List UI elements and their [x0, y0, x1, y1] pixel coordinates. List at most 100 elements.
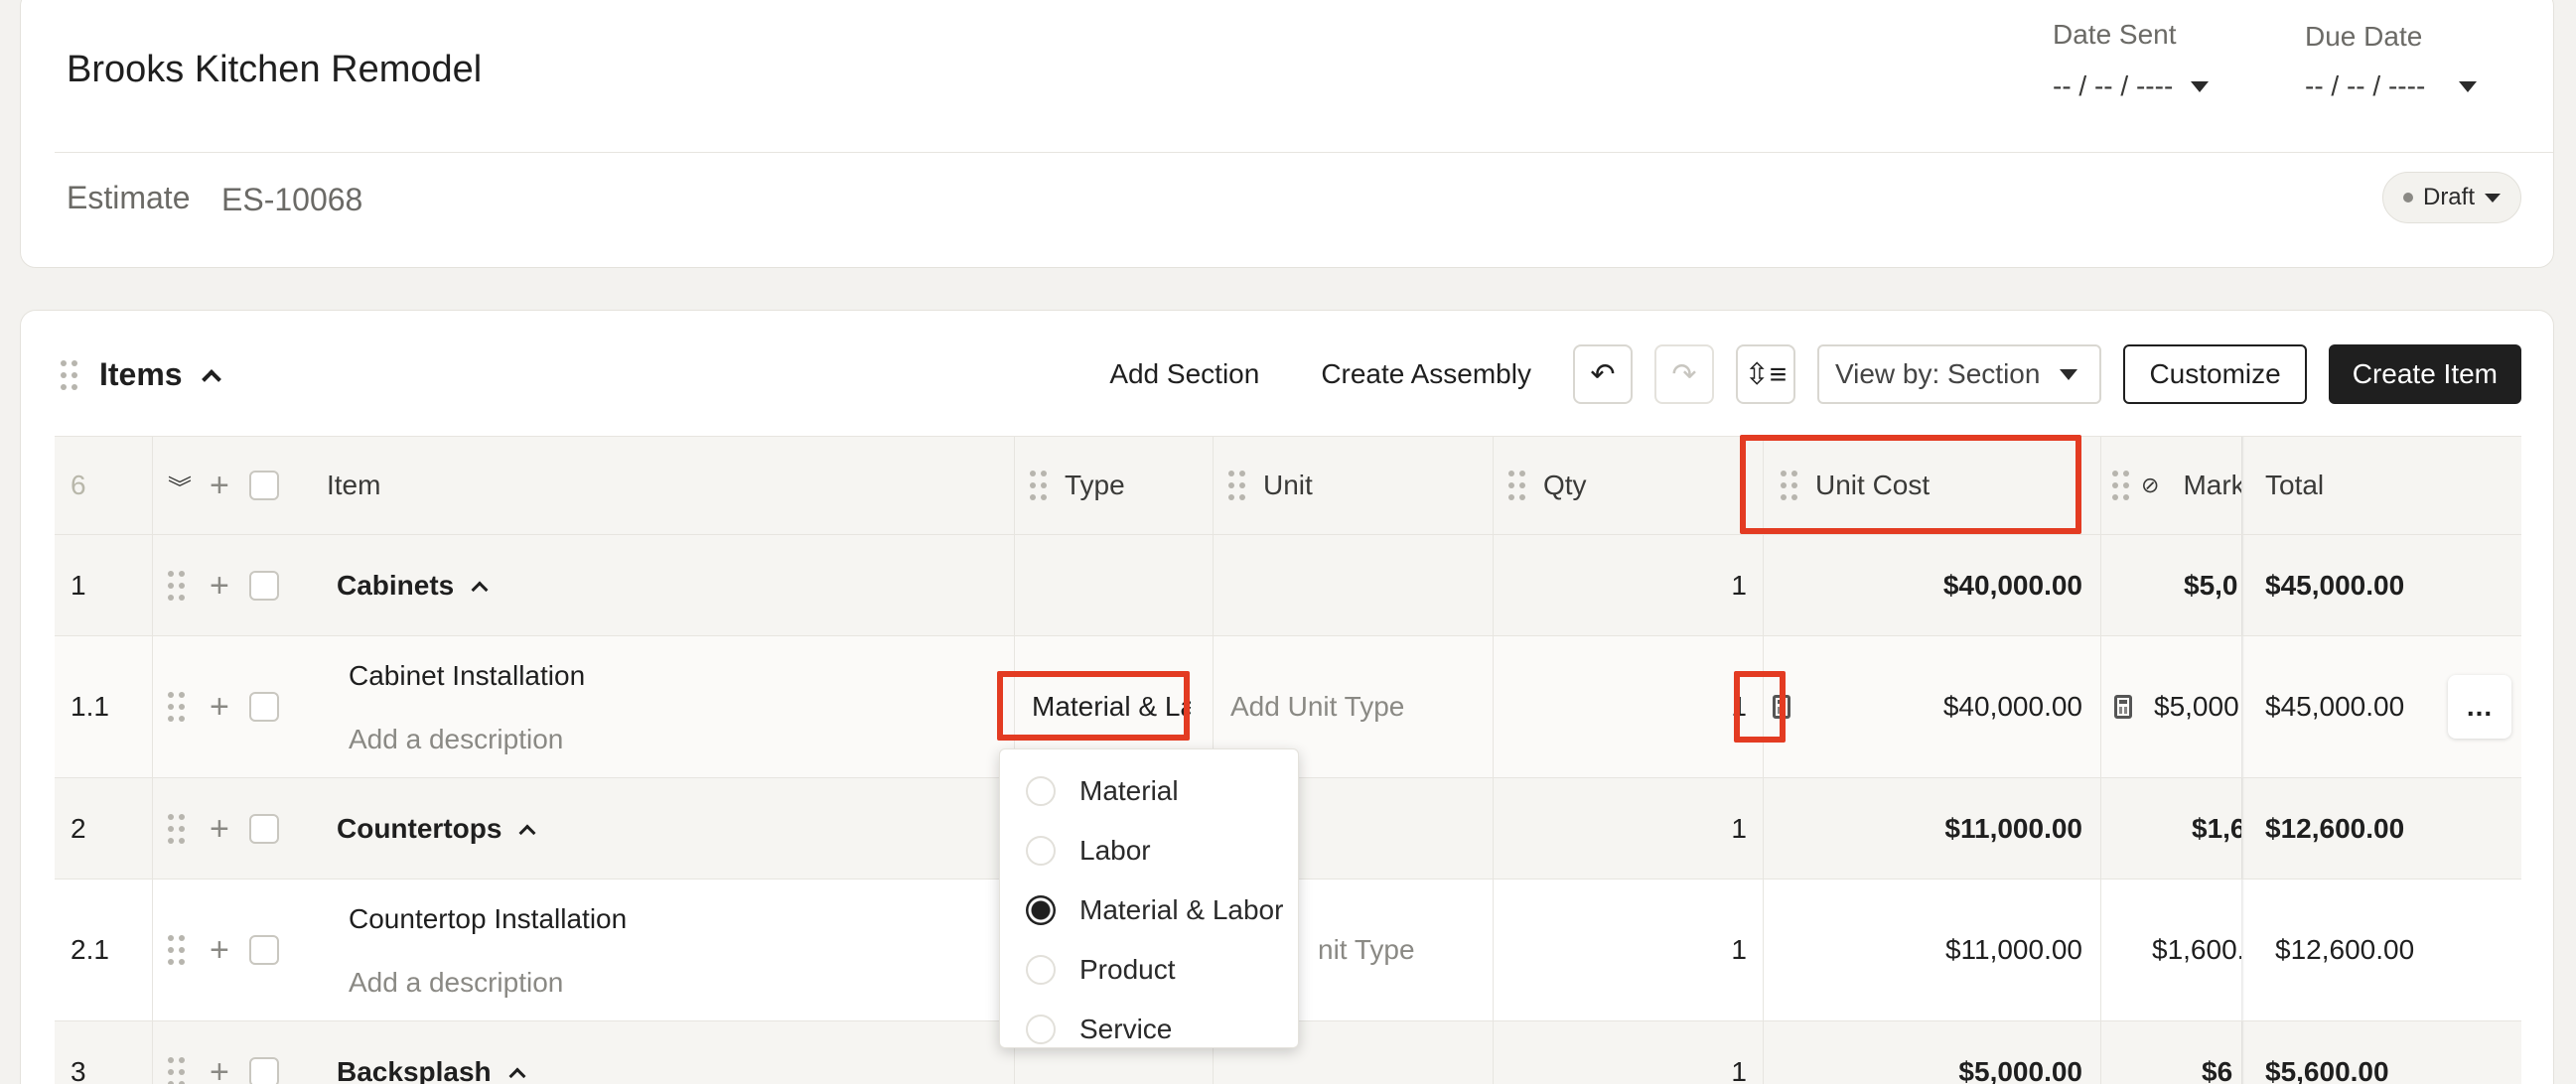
row-checkbox[interactable] — [249, 1056, 279, 1084]
markup-value[interactable]: $1,600. — [2152, 934, 2244, 966]
add-section-button[interactable]: Add Section — [1089, 358, 1279, 390]
view-by-select[interactable]: View by: Section — [1816, 344, 2102, 404]
item-name[interactable]: Countertop Installation — [349, 903, 627, 934]
select-all-checkbox[interactable] — [249, 471, 279, 500]
option-label: Material — [1079, 775, 1179, 806]
unit-placeholder[interactable]: nit Type — [1318, 934, 1415, 966]
qty-value: 1 — [1731, 1055, 1747, 1084]
add-row-icon[interactable]: + — [210, 933, 229, 967]
undo-button[interactable]: ↶ — [1572, 344, 1633, 404]
row-checkbox[interactable] — [249, 692, 279, 722]
item-description[interactable]: Add a description — [349, 724, 563, 754]
row-checkbox[interactable] — [249, 935, 279, 965]
type-option-labor[interactable]: Labor — [1000, 821, 1298, 881]
items-toolbar: Add Section Create Assembly ↶ ↷ ⇳≡ View … — [1089, 344, 2521, 404]
drag-handle-icon[interactable] — [1508, 471, 1525, 500]
drag-handle-icon[interactable] — [2112, 471, 2129, 500]
column-header-markup[interactable]: Mark — [2183, 470, 2244, 501]
unit-cost-header-highlight — [1740, 435, 2081, 534]
caret-down-icon[interactable] — [2191, 80, 2210, 92]
add-row-icon[interactable]: + — [210, 469, 229, 502]
undo-icon: ↶ — [1590, 357, 1616, 391]
qty-value[interactable]: 1 — [1731, 934, 1747, 966]
calculator-icon[interactable] — [2114, 695, 2132, 719]
row-number: 3 — [71, 1055, 86, 1084]
markup-value: $6 — [2202, 1055, 2233, 1084]
caret-down-icon — [2485, 193, 2501, 203]
unit-cost-value[interactable]: $40,000.00 — [1943, 691, 2082, 723]
column-header-qty[interactable]: Qty — [1543, 470, 1587, 501]
add-row-icon[interactable]: + — [210, 690, 229, 724]
add-row-icon[interactable]: + — [210, 812, 229, 846]
date-sent-field[interactable]: Date Sent -- / -- / ---- — [2053, 19, 2210, 102]
option-label: Product — [1079, 954, 1176, 985]
item-count: 6 — [71, 470, 86, 500]
row-number: 2 — [71, 812, 86, 844]
column-header-unit[interactable]: Unit — [1263, 470, 1313, 501]
redo-button[interactable]: ↷ — [1653, 344, 1714, 404]
table-row[interactable]: 1 + Cabinets 1 $40,000.00 $5,0 $45,000.0… — [55, 535, 2521, 636]
add-row-icon[interactable]: + — [210, 569, 229, 603]
unit-placeholder[interactable]: Add Unit Type — [1230, 691, 1404, 723]
date-sent-value[interactable]: -- / -- / ---- — [2053, 70, 2173, 102]
section-name[interactable]: Countertops — [337, 813, 501, 845]
collapse-chevron-icon[interactable] — [518, 824, 536, 841]
eye-off-icon[interactable]: ⊘ — [2141, 473, 2159, 498]
type-option-service[interactable]: Service — [1000, 1000, 1298, 1059]
drag-handle-icon[interactable] — [168, 1056, 185, 1084]
caret-down-icon — [2060, 368, 2078, 380]
customize-button[interactable]: Customize — [2123, 344, 2307, 404]
section-name[interactable]: Cabinets — [337, 570, 454, 602]
redo-icon: ↷ — [1671, 357, 1697, 391]
markup-value: $1,6 — [2192, 812, 2246, 844]
type-option-product[interactable]: Product — [1000, 940, 1298, 1000]
item-name[interactable]: Cabinet Installation — [349, 660, 585, 691]
row-height-button[interactable]: ⇳≡ — [1735, 344, 1795, 404]
drag-handle-icon[interactable] — [61, 359, 77, 390]
row-number: 1 — [71, 569, 86, 601]
radio-icon — [1026, 955, 1056, 985]
status-dot-icon — [2402, 193, 2413, 203]
section-name[interactable]: Backsplash — [337, 1056, 492, 1084]
collapse-chevron-icon[interactable] — [201, 368, 221, 389]
option-label: Service — [1079, 1014, 1173, 1044]
due-date-value[interactable]: -- / -- / ---- — [2305, 70, 2425, 102]
option-label: Labor — [1079, 835, 1151, 866]
row-checkbox[interactable] — [249, 813, 279, 844]
column-header-type[interactable]: Type — [1065, 470, 1125, 501]
drag-handle-icon[interactable] — [1030, 471, 1047, 500]
create-item-button[interactable]: Create Item — [2328, 344, 2521, 404]
collapse-chevron-icon[interactable] — [471, 581, 489, 598]
line-spacing-icon: ⇳≡ — [1744, 357, 1788, 391]
radio-icon — [1026, 776, 1056, 806]
status-dropdown[interactable]: Draft — [2381, 172, 2521, 223]
row-more-button[interactable]: ... — [2448, 675, 2511, 739]
drag-handle-icon[interactable] — [168, 692, 185, 722]
item-description[interactable]: Add a description — [349, 967, 563, 998]
column-header-total[interactable]: Total — [2265, 470, 2324, 501]
radio-icon — [1026, 836, 1056, 866]
row-checkbox[interactable] — [249, 570, 279, 601]
view-by-label: View by: Section — [1834, 358, 2041, 389]
add-row-icon[interactable]: + — [210, 1055, 229, 1084]
unit-cost-value: $11,000.00 — [1944, 812, 2082, 844]
type-option-material[interactable]: Material — [1000, 761, 1298, 821]
row-number: 1.1 — [71, 691, 109, 722]
markup-value[interactable]: $5,000 — [2154, 691, 2239, 723]
drag-handle-icon[interactable] — [168, 813, 185, 844]
unit-cost-value[interactable]: $11,000.00 — [1945, 934, 2082, 966]
due-date-field[interactable]: Due Date -- / -- / ---- — [2305, 19, 2478, 102]
drag-handle-icon[interactable] — [168, 570, 185, 601]
total-value: $5,600.00 — [2265, 1055, 2389, 1084]
qty-value: 1 — [1731, 569, 1747, 601]
expand-all-icon[interactable]: ︾ — [168, 469, 192, 503]
type-option-material-labor[interactable]: Material & Labor — [1000, 881, 1298, 940]
caret-down-icon[interactable] — [2459, 80, 2478, 92]
type-dropdown-menu: Material Labor Material & Labor Product … — [999, 748, 1299, 1048]
estimate-header-card: Brooks Kitchen Remodel Date Sent -- / --… — [20, 0, 2554, 268]
drag-handle-icon[interactable] — [168, 935, 185, 965]
drag-handle-icon[interactable] — [1228, 471, 1245, 500]
column-header-item[interactable]: Item — [327, 470, 380, 501]
create-assembly-button[interactable]: Create Assembly — [1301, 358, 1551, 390]
collapse-chevron-icon[interactable] — [508, 1067, 526, 1084]
